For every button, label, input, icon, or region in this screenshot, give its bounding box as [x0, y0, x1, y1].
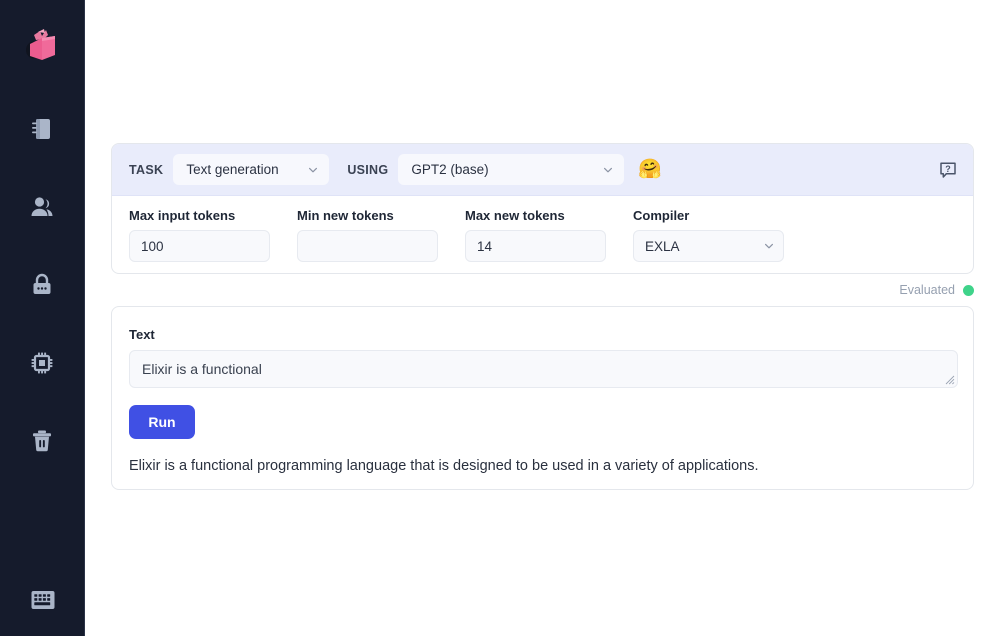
- sidebar: [0, 0, 85, 636]
- max-input-tokens-value: 100: [141, 238, 164, 254]
- neural-hub-header: TASK Text generation USING GPT2 (base) 🤗…: [112, 144, 973, 196]
- task-label: TASK: [129, 162, 164, 177]
- field-max-new-tokens: Max new tokens 14: [465, 208, 606, 262]
- sidebar-item-runtime[interactable]: [20, 341, 64, 385]
- using-label: USING: [347, 162, 389, 177]
- hugging-face-icon: 🤗: [638, 159, 663, 180]
- evaluation-status: Evaluated: [111, 283, 974, 297]
- compiler-label: Compiler: [633, 208, 690, 223]
- compiler-value: EXLA: [645, 238, 680, 254]
- max-new-tokens-label: Max new tokens: [465, 208, 565, 223]
- svg-text:?: ?: [945, 164, 951, 174]
- sidebar-item-notebook[interactable]: [20, 107, 64, 151]
- compiler-select[interactable]: EXLA: [633, 230, 784, 262]
- sidebar-bottom: [0, 578, 85, 622]
- livebook-logo-icon: [26, 29, 55, 60]
- field-max-input-tokens: Max input tokens 100: [129, 208, 270, 262]
- notebook-icon: [32, 119, 50, 139]
- text-input-value: Elixir is a functional: [142, 361, 262, 377]
- run-button[interactable]: Run: [129, 405, 195, 439]
- text-input[interactable]: Elixir is a functional: [129, 350, 958, 388]
- field-min-new-tokens: Min new tokens: [297, 208, 438, 262]
- chevron-down-icon: [309, 167, 318, 172]
- max-new-tokens-input[interactable]: 14: [465, 230, 606, 262]
- help-bubble-icon: ?: [940, 162, 956, 178]
- field-compiler: Compiler EXLA: [633, 208, 784, 262]
- sidebar-item-secrets[interactable]: [20, 263, 64, 307]
- users-icon: [31, 197, 53, 216]
- max-input-tokens-label: Max input tokens: [129, 208, 236, 223]
- chevron-down-icon: [604, 167, 613, 172]
- status-indicator-dot: [963, 284, 974, 296]
- neural-hub-card: TASK Text generation USING GPT2 (base) 🤗…: [111, 143, 974, 274]
- sidebar-item-bin[interactable]: [20, 419, 64, 463]
- sidebar-item-keyboard-shortcuts[interactable]: [21, 578, 65, 622]
- min-new-tokens-label: Min new tokens: [297, 208, 394, 223]
- main-content: TASK Text generation USING GPT2 (base) 🤗…: [85, 0, 989, 636]
- generated-output-text: Elixir is a functional programming langu…: [129, 458, 759, 474]
- cpu-chip-icon: [31, 352, 53, 374]
- model-select[interactable]: GPT2 (base): [398, 154, 625, 185]
- resize-handle-icon[interactable]: [945, 375, 955, 385]
- trash-icon: [33, 430, 51, 452]
- keyboard-icon: [31, 591, 54, 609]
- cell-output-card: Text Elixir is a functional Run Elixir i…: [111, 306, 974, 490]
- chevron-down-icon: [765, 243, 773, 249]
- status-label: Evaluated: [899, 283, 955, 297]
- text-input-label: Text: [129, 327, 155, 342]
- max-input-tokens-input[interactable]: 100: [129, 230, 270, 262]
- task-select[interactable]: Text generation: [173, 154, 330, 185]
- lock-icon: [33, 273, 51, 294]
- livebook-logo[interactable]: [19, 22, 65, 68]
- neural-hub-params: Max input tokens 100 Min new tokens Max …: [112, 196, 973, 262]
- task-select-value: Text generation: [186, 162, 279, 177]
- sidebar-item-users[interactable]: [20, 185, 64, 229]
- max-new-tokens-value: 14: [477, 238, 493, 254]
- min-new-tokens-input[interactable]: [297, 230, 438, 262]
- model-select-value: GPT2 (base): [411, 162, 489, 177]
- help-question-icon[interactable]: ?: [939, 161, 957, 179]
